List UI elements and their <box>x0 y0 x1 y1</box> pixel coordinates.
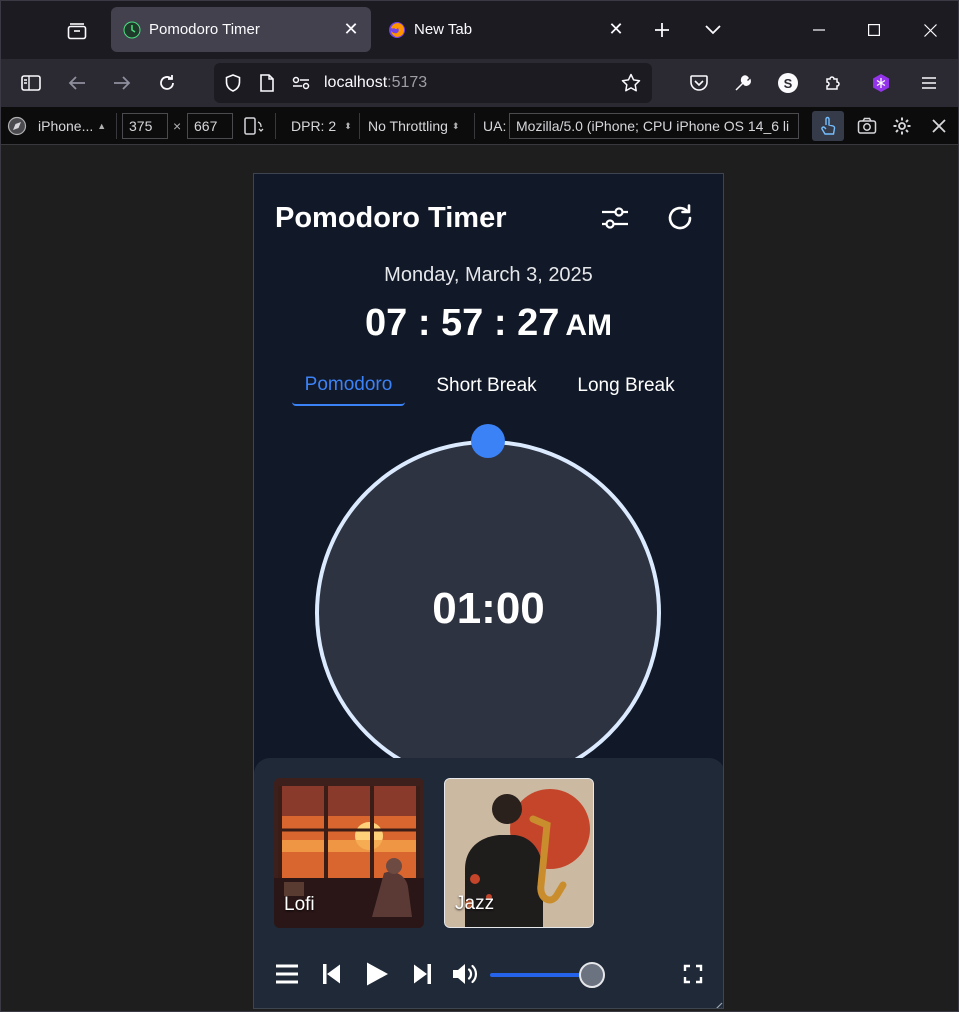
reload-icon[interactable] <box>151 67 183 99</box>
next-track-icon[interactable] <box>406 958 438 990</box>
app-title: Pomodoro Timer <box>275 202 507 234</box>
divider <box>474 113 475 139</box>
url-bar[interactable]: localhost:5173 <box>214 63 652 103</box>
close-window-icon[interactable] <box>910 11 950 49</box>
content-viewport: Pomodoro Timer Monday, March 3, 2025 07 … <box>1 145 958 1011</box>
tab-title: New Tab <box>414 21 473 38</box>
width-input[interactable]: 375 <box>122 112 168 140</box>
times-symbol: × <box>173 118 182 134</box>
forward-arrow-icon[interactable] <box>106 67 138 99</box>
mode-tabs: Pomodoro Short Break Long Break <box>254 366 723 410</box>
tab-title: Pomodoro Timer <box>149 21 260 38</box>
reset-refresh-icon[interactable] <box>662 200 698 236</box>
divider <box>275 113 276 139</box>
extensions-puzzle-icon[interactable] <box>817 67 849 99</box>
ua-label: UA: <box>483 118 507 134</box>
bookmark-star-icon[interactable] <box>616 68 646 98</box>
permissions-icon[interactable] <box>286 68 316 98</box>
page-icon[interactable] <box>252 68 282 98</box>
extension-snowflake-icon[interactable] <box>865 67 897 99</box>
clock-time: 07 : 57 : 27 <box>365 302 560 344</box>
new-tab-icon[interactable] <box>647 15 677 45</box>
play-icon[interactable] <box>361 958 393 990</box>
device-name: iPhone... <box>38 118 94 134</box>
navigation-toolbar: localhost:5173 S <box>1 59 958 107</box>
rotate-device-icon[interactable] <box>243 112 265 140</box>
minimize-icon[interactable] <box>799 11 839 49</box>
back-arrow-icon[interactable] <box>61 67 93 99</box>
clock-ampm: AM <box>565 309 612 342</box>
width-value[interactable]: 375 <box>122 113 168 139</box>
tab-long-break[interactable]: Long Break <box>567 366 685 406</box>
url-port: :5173 <box>387 74 428 91</box>
volume-slider-track[interactable] <box>490 973 592 977</box>
tab-short-break[interactable]: Short Break <box>424 366 549 406</box>
close-rdm-icon[interactable] <box>923 111 955 141</box>
list-tabs-chevron-icon[interactable] <box>698 15 728 45</box>
playlist-card-lofi[interactable]: Lofi <box>274 778 424 928</box>
dpr-value: DPR: 2 <box>291 118 337 134</box>
throttling-value: No Throttling <box>368 118 448 134</box>
url-host: localhost <box>324 74 388 91</box>
current-date: Monday, March 3, 2025 <box>384 264 593 286</box>
device-selector[interactable]: iPhone... ▲ <box>38 112 106 140</box>
timer-display: 01:00 <box>432 584 545 633</box>
tab-pomodoro[interactable]: Pomodoro Timer ✕ <box>111 7 371 52</box>
close-tab-icon[interactable]: ✕ <box>602 16 630 44</box>
close-tab-icon[interactable]: ✕ <box>337 16 365 44</box>
screenshot-camera-icon[interactable] <box>851 111 883 141</box>
browser-window: Pomodoro Timer ✕ New Tab ✕ localhost:517… <box>0 0 959 1012</box>
select-arrow-icon: ▲ <box>97 121 107 131</box>
tab-pomodoro[interactable]: Pomodoro <box>292 366 405 406</box>
divider <box>116 113 117 139</box>
ua-input[interactable]: Mozilla/5.0 (iPhone; CPU iPhone OS 14_6 … <box>509 112 799 140</box>
sidebar-icon[interactable] <box>15 67 47 99</box>
current-time: 07 : 57 : 27 AM <box>254 302 723 345</box>
player-controls <box>254 954 723 998</box>
height-input[interactable]: 667 <box>187 112 233 140</box>
menu-hamburger-icon[interactable] <box>913 67 945 99</box>
ua-value[interactable]: Mozilla/5.0 (iPhone; CPU iPhone OS 14_6 … <box>509 113 799 139</box>
app-frame: Pomodoro Timer Monday, March 3, 2025 07 … <box>253 173 724 1009</box>
shield-icon[interactable] <box>218 68 248 98</box>
pocket-icon[interactable] <box>683 67 715 99</box>
firefox-favicon-icon <box>388 21 406 39</box>
compass-icon <box>7 112 27 140</box>
url-text[interactable]: localhost:5173 <box>324 74 612 92</box>
timer-dial: 01:00 <box>254 424 723 804</box>
divider <box>359 113 360 139</box>
fullscreen-icon[interactable] <box>677 958 709 990</box>
touch-simulation-icon[interactable] <box>812 111 844 141</box>
progress-knob[interactable] <box>471 424 505 458</box>
account-avatar[interactable]: S <box>772 67 804 99</box>
tab-overview-icon[interactable] <box>57 11 97 51</box>
volume-icon[interactable] <box>450 958 482 990</box>
playlist-card-jazz[interactable]: Jazz <box>444 778 594 928</box>
clock-favicon-icon <box>123 21 141 39</box>
dpr-selector[interactable]: DPR: 2 ⬍ <box>291 112 352 140</box>
playlist-label: Jazz <box>455 893 495 914</box>
account-initial: S <box>778 73 798 93</box>
resize-handle-icon[interactable] <box>707 1000 723 1009</box>
wrench-icon[interactable] <box>727 67 759 99</box>
settings-gear-icon[interactable] <box>886 111 918 141</box>
responsive-design-toolbar: iPhone... ▲ 375 × 667 DPR: 2 ⬍ No Thrott… <box>1 107 958 145</box>
previous-track-icon[interactable] <box>316 958 348 990</box>
height-value[interactable]: 667 <box>187 113 233 139</box>
music-player: Lofi Jazz <box>254 758 723 1009</box>
select-arrow-icon: ⬍ <box>344 120 352 131</box>
volume-slider-handle[interactable] <box>579 962 605 988</box>
playlist-label: Lofi <box>284 894 315 915</box>
maximize-icon[interactable] <box>854 11 894 49</box>
settings-sliders-icon[interactable] <box>597 200 633 236</box>
throttling-selector[interactable]: No Throttling ⬍ <box>368 112 459 140</box>
playlist-menu-icon[interactable] <box>271 958 303 990</box>
tab-new-tab[interactable]: New Tab ✕ <box>376 7 636 52</box>
select-arrow-icon: ⬍ <box>451 120 460 131</box>
tab-strip: Pomodoro Timer ✕ New Tab ✕ <box>1 1 958 59</box>
